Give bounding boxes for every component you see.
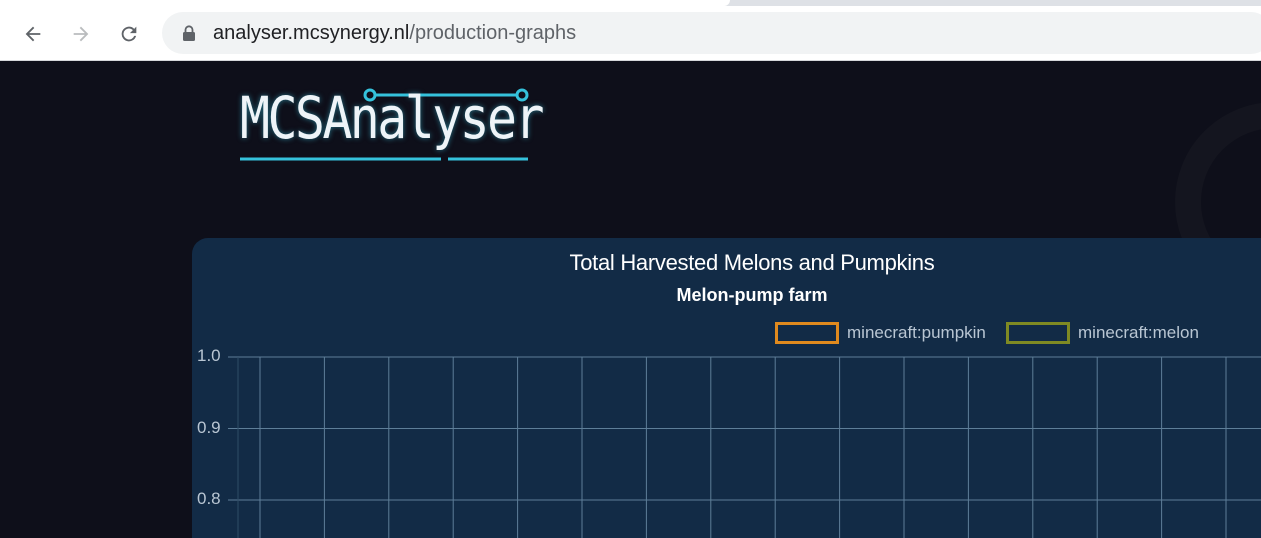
arrow-right-icon	[73, 26, 89, 42]
forward-button[interactable]	[65, 18, 97, 50]
url-text[interactable]: analyser.mcsynergy.nl/production-graphs	[213, 22, 576, 45]
url-path: /production-graphs	[409, 22, 577, 44]
y-tick-label: 0.9	[197, 418, 221, 437]
arrow-left-icon	[25, 26, 41, 42]
legend-swatch-melon	[1006, 322, 1070, 344]
browser-toolbar: analyser.mcsynergy.nl/production-graphs	[0, 6, 1261, 61]
chart-panel: Total Harvested Melons and Pumpkins Melo…	[192, 238, 1261, 538]
legend-label-melon: minecraft:melon	[1078, 323, 1199, 342]
legend-label-pumpkin: minecraft:pumpkin	[847, 323, 986, 342]
legend-item-melon[interactable]: minecraft:melon	[1006, 322, 1199, 344]
chart-grid	[228, 356, 1261, 538]
reload-button[interactable]	[113, 18, 145, 50]
legend-item-pumpkin[interactable]: minecraft:pumpkin	[775, 322, 986, 344]
logo-text: MCSAnalyser	[240, 84, 545, 152]
page-content: MCSAnalyser Total Harvested Melons and P…	[0, 62, 1261, 538]
back-button[interactable]	[17, 18, 49, 50]
lock-icon	[183, 25, 195, 41]
chart-title: Total Harvested Melons and Pumpkins	[569, 250, 935, 275]
url-host: analyser.mcsynergy.nl	[213, 22, 410, 44]
legend-swatch-pumpkin	[775, 322, 839, 344]
y-tick-label: 0.8	[197, 489, 221, 508]
address-bar[interactable]: analyser.mcsynergy.nl/production-graphs	[162, 12, 1261, 54]
site-logo[interactable]: MCSAnalyser	[236, 84, 545, 169]
y-tick-label: 1.0	[197, 346, 221, 365]
chart-subtitle: Melon-pump farm	[676, 285, 828, 305]
reload-icon	[121, 26, 137, 42]
